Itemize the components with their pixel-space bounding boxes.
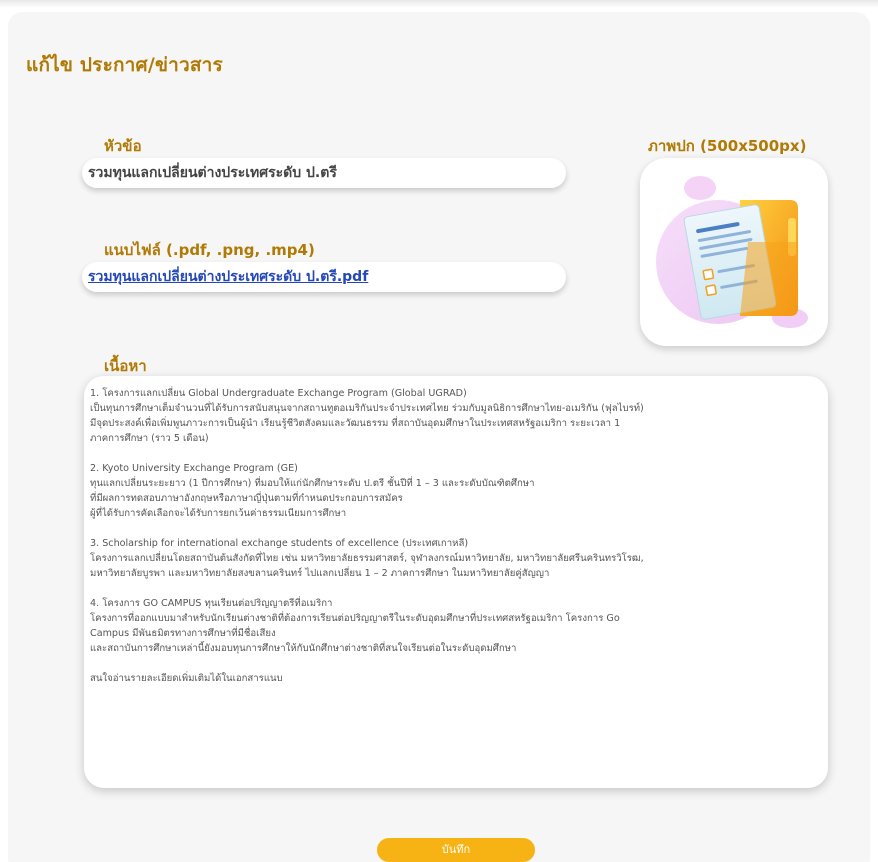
- content-paragraph: 1. โครงการแลกเปลี่ยน Global Undergraduat…: [90, 386, 818, 446]
- title-input-value: รวมทุนแลกเปลี่ยนต่างประเทศระดับ ป.ตรี: [88, 165, 337, 181]
- content-line: ที่มีผลการทดสอบภาษาอังกฤษหรือภาษาญี่ปุ่น…: [90, 493, 403, 504]
- document-folder-icon: [656, 176, 808, 328]
- content-line: 1. โครงการแลกเปลี่ยน Global Undergraduat…: [90, 388, 467, 399]
- file-attachment-field[interactable]: รวมทุนแลกเปลี่ยนต่างประเทศระดับ ป.ตรี.pd…: [82, 262, 566, 292]
- top-strip: [0, 0, 878, 8]
- cover-label: ภาพปก (500x500px): [648, 137, 807, 155]
- content-line: 3. Scholarship for international exchang…: [90, 538, 469, 549]
- content-line: Campus มีพันธมิตรทางการศึกษาที่มีชื่อเสี…: [90, 628, 276, 639]
- cover-image[interactable]: [640, 158, 828, 346]
- content-paragraph: 4. โครงการ GO CAMPUS ทุนเรียนต่อปริญญาตร…: [90, 596, 818, 656]
- content-paragraph: 2. Kyoto University Exchange Program (GE…: [90, 461, 818, 521]
- content-line: และสถาบันการศึกษาเหล่านี้ยังมอบทุนการศึก…: [90, 643, 517, 654]
- content-paragraph: 3. Scholarship for international exchang…: [90, 536, 818, 581]
- title-label: หัวข้อ: [104, 137, 142, 155]
- content-line: มีจุดประสงค์เพื่อเพิ่มพูนภาวะการเป็นผู้น…: [90, 418, 621, 429]
- content-label: เนื้อหา: [104, 357, 147, 375]
- content-line: 2. Kyoto University Exchange Program (GE…: [90, 463, 298, 474]
- file-label: แนบไฟล์ (.pdf, .png, .mp4): [104, 241, 315, 259]
- attached-file-link[interactable]: รวมทุนแลกเปลี่ยนต่างประเทศระดับ ป.ตรี.pd…: [88, 266, 368, 288]
- content-line: โครงการที่ออกแบบมาสำหรับนักเรียนต่างชาติ…: [90, 613, 620, 624]
- content-line: เป็นทุนการศึกษาเต็มจำนวนที่ได้รับการสนับ…: [90, 403, 644, 414]
- save-button[interactable]: บันทึก: [377, 838, 535, 862]
- content-line: มหาวิทยาลัยบูรพา และมหาวิทยาลัยสงขลานคริ…: [90, 568, 550, 579]
- content-line: โครงการแลกเปลี่ยนโดยสถาบันต้นสังกัดที่ไท…: [90, 553, 644, 564]
- content-line: สนใจอ่านรายละเอียดเพิ่มเติมได้ในเอกสารแน…: [90, 673, 283, 684]
- content-textarea[interactable]: 1. โครงการแลกเปลี่ยน Global Undergraduat…: [84, 376, 828, 788]
- content-line: ทุนแลกเปลี่ยนระยะยาว (1 ปีการศึกษา) ที่ม…: [90, 478, 535, 489]
- content-paragraph: สนใจอ่านรายละเอียดเพิ่มเติมได้ในเอกสารแน…: [90, 671, 818, 686]
- content-line: ผู้ที่ได้รับการคัดเลือกจะได้รับการยกเว้น…: [90, 508, 347, 519]
- page-title: แก้ไข ประกาศ/ข่าวสาร: [26, 54, 223, 76]
- content-line: ภาคการศึกษา (ราว 5 เดือน): [90, 433, 209, 444]
- content-line: 4. โครงการ GO CAMPUS ทุนเรียนต่อปริญญาตร…: [90, 598, 333, 609]
- title-input[interactable]: รวมทุนแลกเปลี่ยนต่างประเทศระดับ ป.ตรี: [82, 158, 566, 188]
